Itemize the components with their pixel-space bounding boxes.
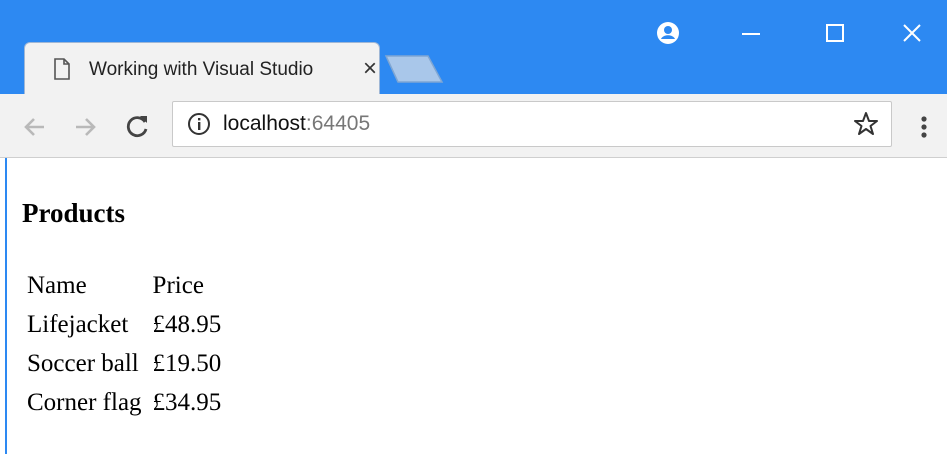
page-icon [54, 58, 70, 80]
browser-toolbar: localhost:64405 [0, 94, 947, 158]
column-header-price: Price [152, 271, 204, 299]
reload-icon[interactable] [120, 110, 154, 144]
minimize-button[interactable] [728, 18, 774, 48]
table-row: Soccer ball £19.50 [24, 344, 229, 383]
table-row: Corner flag £34.95 [24, 383, 229, 422]
info-icon[interactable] [187, 112, 211, 136]
profile-icon[interactable] [650, 18, 686, 48]
table-row: Lifejacket £48.95 [24, 305, 229, 344]
url-host: localhost [223, 112, 306, 135]
browser-window: Working with Visual Studio × localhost:6… [0, 0, 947, 454]
product-price: £19.50 [152, 349, 222, 377]
product-name: Lifejacket [27, 310, 129, 338]
page-title: Products [22, 198, 126, 228]
page-content: Products Name Price Lifejacket £48.95 So… [0, 158, 947, 454]
maximize-button[interactable] [812, 18, 858, 48]
table-header-row: Name Price [24, 266, 229, 305]
back-arrow-icon[interactable] [18, 110, 52, 144]
address-bar[interactable]: localhost:64405 [172, 101, 892, 147]
products-table: Name Price Lifejacket £48.95 Soccer ball… [24, 266, 229, 422]
tab-title: Working with Visual Studio [89, 59, 314, 80]
product-price: £34.95 [152, 388, 222, 416]
product-price: £48.95 [152, 310, 222, 338]
title-bar: Working with Visual Studio × [0, 0, 947, 94]
close-window-button[interactable] [889, 18, 935, 48]
column-header-name: Name [27, 271, 87, 299]
product-name: Corner flag [27, 388, 142, 416]
forward-arrow-icon[interactable] [68, 110, 102, 144]
bookmark-star-icon[interactable] [853, 111, 879, 137]
url-text[interactable]: localhost:64405 [223, 102, 370, 146]
tab-active[interactable]: Working with Visual Studio × [24, 42, 380, 94]
tab-close-button[interactable]: × [357, 55, 383, 83]
product-name: Soccer ball [27, 349, 139, 377]
new-tab-button[interactable] [384, 54, 444, 84]
menu-dots-icon[interactable] [914, 110, 934, 144]
url-port: :64405 [305, 112, 371, 135]
